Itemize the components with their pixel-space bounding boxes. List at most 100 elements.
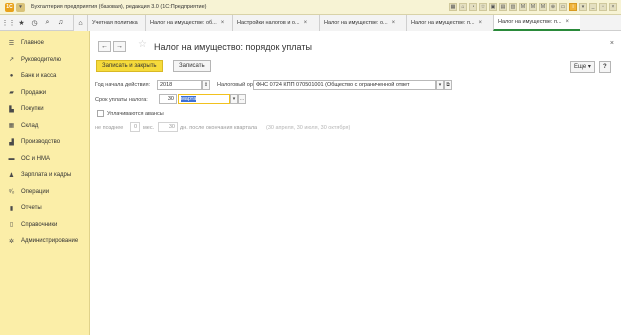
bell-icon[interactable]: ♫ — [54, 15, 67, 30]
book-icon: ▯ — [9, 222, 14, 229]
save-and-close-button[interactable]: Записать и закрыть — [96, 60, 163, 72]
sidebar-item-production[interactable]: ▟ Производство — [0, 134, 89, 151]
save-icon[interactable]: ▣ — [489, 3, 497, 11]
zoom-icon[interactable]: ⊕ — [549, 3, 557, 11]
advance-months-unit: мес. — [143, 125, 155, 131]
tab-label: Налог на имуществе: об... — [150, 20, 217, 26]
print-icon[interactable]: ▤ — [499, 3, 507, 11]
more-label: Еще — [574, 64, 587, 70]
home-icon: ⌂ — [78, 19, 83, 27]
advance-prefix-label: не позднее — [95, 125, 124, 131]
year-input[interactable]: 2018 — [157, 80, 202, 90]
report-icon: ▮ — [9, 205, 14, 212]
tax-authority-field[interactable]: ФНС 0724 КПП 070501001 (Общество с огран… — [253, 80, 436, 90]
sidebar-item-operations[interactable]: ᵒ⁄ₒ Операции — [0, 184, 89, 201]
favorites-star-icon[interactable]: ★ — [15, 15, 28, 30]
close-icon[interactable]: × — [221, 20, 225, 26]
m-minus-icon[interactable]: M — [539, 3, 547, 11]
grid-icon[interactable]: ▦ — [449, 3, 457, 11]
sidebar-item-administration[interactable]: ✲ Администрирование — [0, 233, 89, 250]
1c-logo-icon[interactable]: 1С — [5, 2, 14, 12]
coin-icon: ● — [9, 73, 14, 80]
sidebar-item-main[interactable]: ☰ Главное — [0, 35, 89, 52]
open-link-icon[interactable]: ⧉ — [444, 80, 452, 90]
close-icon[interactable]: × — [566, 19, 570, 25]
sidebar-item-assets[interactable]: ▬ ОС и НМА — [0, 151, 89, 168]
tab-property-tax-payment[interactable]: Налог на имуществе: п... × — [493, 15, 580, 31]
m-icon[interactable]: M — [519, 3, 527, 11]
star-icon[interactable]: ☆ — [479, 3, 487, 11]
tab-label: Настройки налогов и о... — [237, 20, 300, 26]
sidebar-item-label: Производство — [21, 139, 61, 146]
close-icon[interactable]: × — [609, 3, 617, 11]
sidebar-item-reports[interactable]: ▮ Отчеты — [0, 200, 89, 217]
year-label: Год начала действия: — [95, 82, 151, 88]
advance-days-input[interactable]: 30 — [158, 122, 178, 132]
year-stepper[interactable]: ⇕ — [202, 80, 210, 90]
tab-label: Налог на имуществе: о... — [324, 20, 388, 26]
restore-icon[interactable]: ▫ — [599, 3, 607, 11]
tab-tax-settings[interactable]: Настройки налогов и о... × — [232, 15, 319, 31]
sidebar-item-manager[interactable]: ↗ Руководителю — [0, 52, 89, 69]
sidebar-item-label: Зарплата и кадры — [21, 172, 72, 179]
titlebar-tools: ▦ ⌂ ◔ ☆ ▣ ▤ ▥ M M M ⊕ ▭ i ▾ _ ▫ × — [449, 3, 617, 11]
tab-home[interactable]: ⌂ — [73, 15, 87, 31]
dropdown-icon[interactable]: ▾ — [579, 3, 587, 11]
info-icon[interactable]: i — [569, 3, 577, 11]
search-icon[interactable]: ⌕ — [41, 15, 54, 30]
chevron-down-icon[interactable]: ▾ — [230, 94, 238, 104]
deadline-month-select[interactable]: марта — [178, 94, 230, 104]
history-icon[interactable]: ◔ — [469, 3, 477, 11]
gear-icon: ✲ — [8, 238, 15, 245]
apps-grid-icon[interactable]: ⋮⋮ — [2, 15, 16, 30]
advance-months-input[interactable]: 0 — [130, 122, 140, 132]
close-icon[interactable]: × — [392, 20, 396, 26]
sidebar: ☰ Главное ↗ Руководителю ● Банк и касса ▰ Пр… — [0, 31, 90, 335]
close-icon[interactable]: × — [479, 20, 483, 26]
tab-label: Учетная политика — [92, 20, 138, 26]
tab-property-tax-1[interactable]: Налог на имуществе: об... × — [145, 15, 232, 31]
home-icon[interactable]: ⌂ — [459, 3, 467, 11]
tab-label: Налог на имуществе: п... — [498, 19, 562, 25]
sidebar-item-label: Банк и касса — [21, 73, 57, 80]
sidebar-item-directories[interactable]: ▯ Справочники — [0, 217, 89, 234]
save-button[interactable]: Записать — [173, 60, 211, 72]
calendar-icon[interactable]: ▥ — [509, 3, 517, 11]
help-button[interactable]: ? — [599, 61, 611, 73]
sidebar-item-label: Склад — [21, 122, 39, 129]
tab-property-tax-2[interactable]: Налог на имуществе: о... × — [319, 15, 406, 31]
favorite-star-icon[interactable]: ☆ — [138, 39, 147, 50]
cart-icon: ▙ — [9, 106, 14, 113]
close-icon[interactable]: × — [304, 20, 308, 26]
deadline-month-value: марта — [181, 96, 197, 102]
sidebar-item-purchases[interactable]: ▙ Покупки — [0, 101, 89, 118]
tab-accounting-policy[interactable]: Учетная политика — [87, 15, 145, 31]
tab-label: Налог на имуществе: п... — [411, 20, 475, 26]
sidebar-item-label: Руководителю — [21, 56, 62, 63]
window-menu-icon[interactable]: ▾ — [16, 2, 25, 12]
window-icon[interactable]: ▭ — [559, 3, 567, 11]
advances-checkbox[interactable] — [97, 110, 104, 117]
sidebar-item-warehouse[interactable]: ▦ Склад — [0, 118, 89, 135]
sidebar-item-salary[interactable]: ♟ Зарплата и кадры — [0, 167, 89, 184]
truck-icon: ▬ — [8, 155, 15, 162]
chevron-down-icon[interactable]: ▾ — [436, 80, 444, 90]
tab-property-tax-3[interactable]: Налог на имуществе: п... × — [406, 15, 493, 31]
forward-arrow-icon[interactable]: → — [113, 41, 126, 52]
sidebar-item-label: Продажи — [21, 89, 47, 96]
sidebar-item-label: Администрирование — [21, 238, 79, 245]
window-titlebar: 1С ▾ Бухгалтерия предприятия (базовая), … — [0, 0, 621, 15]
sidebar-item-label: ОС и НМА — [21, 155, 51, 162]
sidebar-item-sales[interactable]: ▰ Продажи — [0, 85, 89, 102]
m-plus-icon[interactable]: M — [529, 3, 537, 11]
sidebar-item-bank[interactable]: ● Банк и касса — [0, 68, 89, 85]
close-icon[interactable]: × — [610, 40, 614, 47]
chevron-down-icon: ▾ — [587, 64, 591, 70]
deadline-day-input[interactable]: 30 — [159, 94, 177, 104]
history-clock-icon[interactable]: ◷ — [28, 15, 41, 30]
minimize-icon[interactable]: _ — [589, 3, 597, 11]
more-options-icon[interactable]: … — [238, 94, 246, 104]
advance-dates-hint: (30 апреля, 30 июля, 30 октября) — [266, 125, 351, 131]
back-arrow-icon[interactable]: ← — [98, 41, 111, 52]
more-button[interactable]: Еще ▾ — [570, 61, 595, 73]
